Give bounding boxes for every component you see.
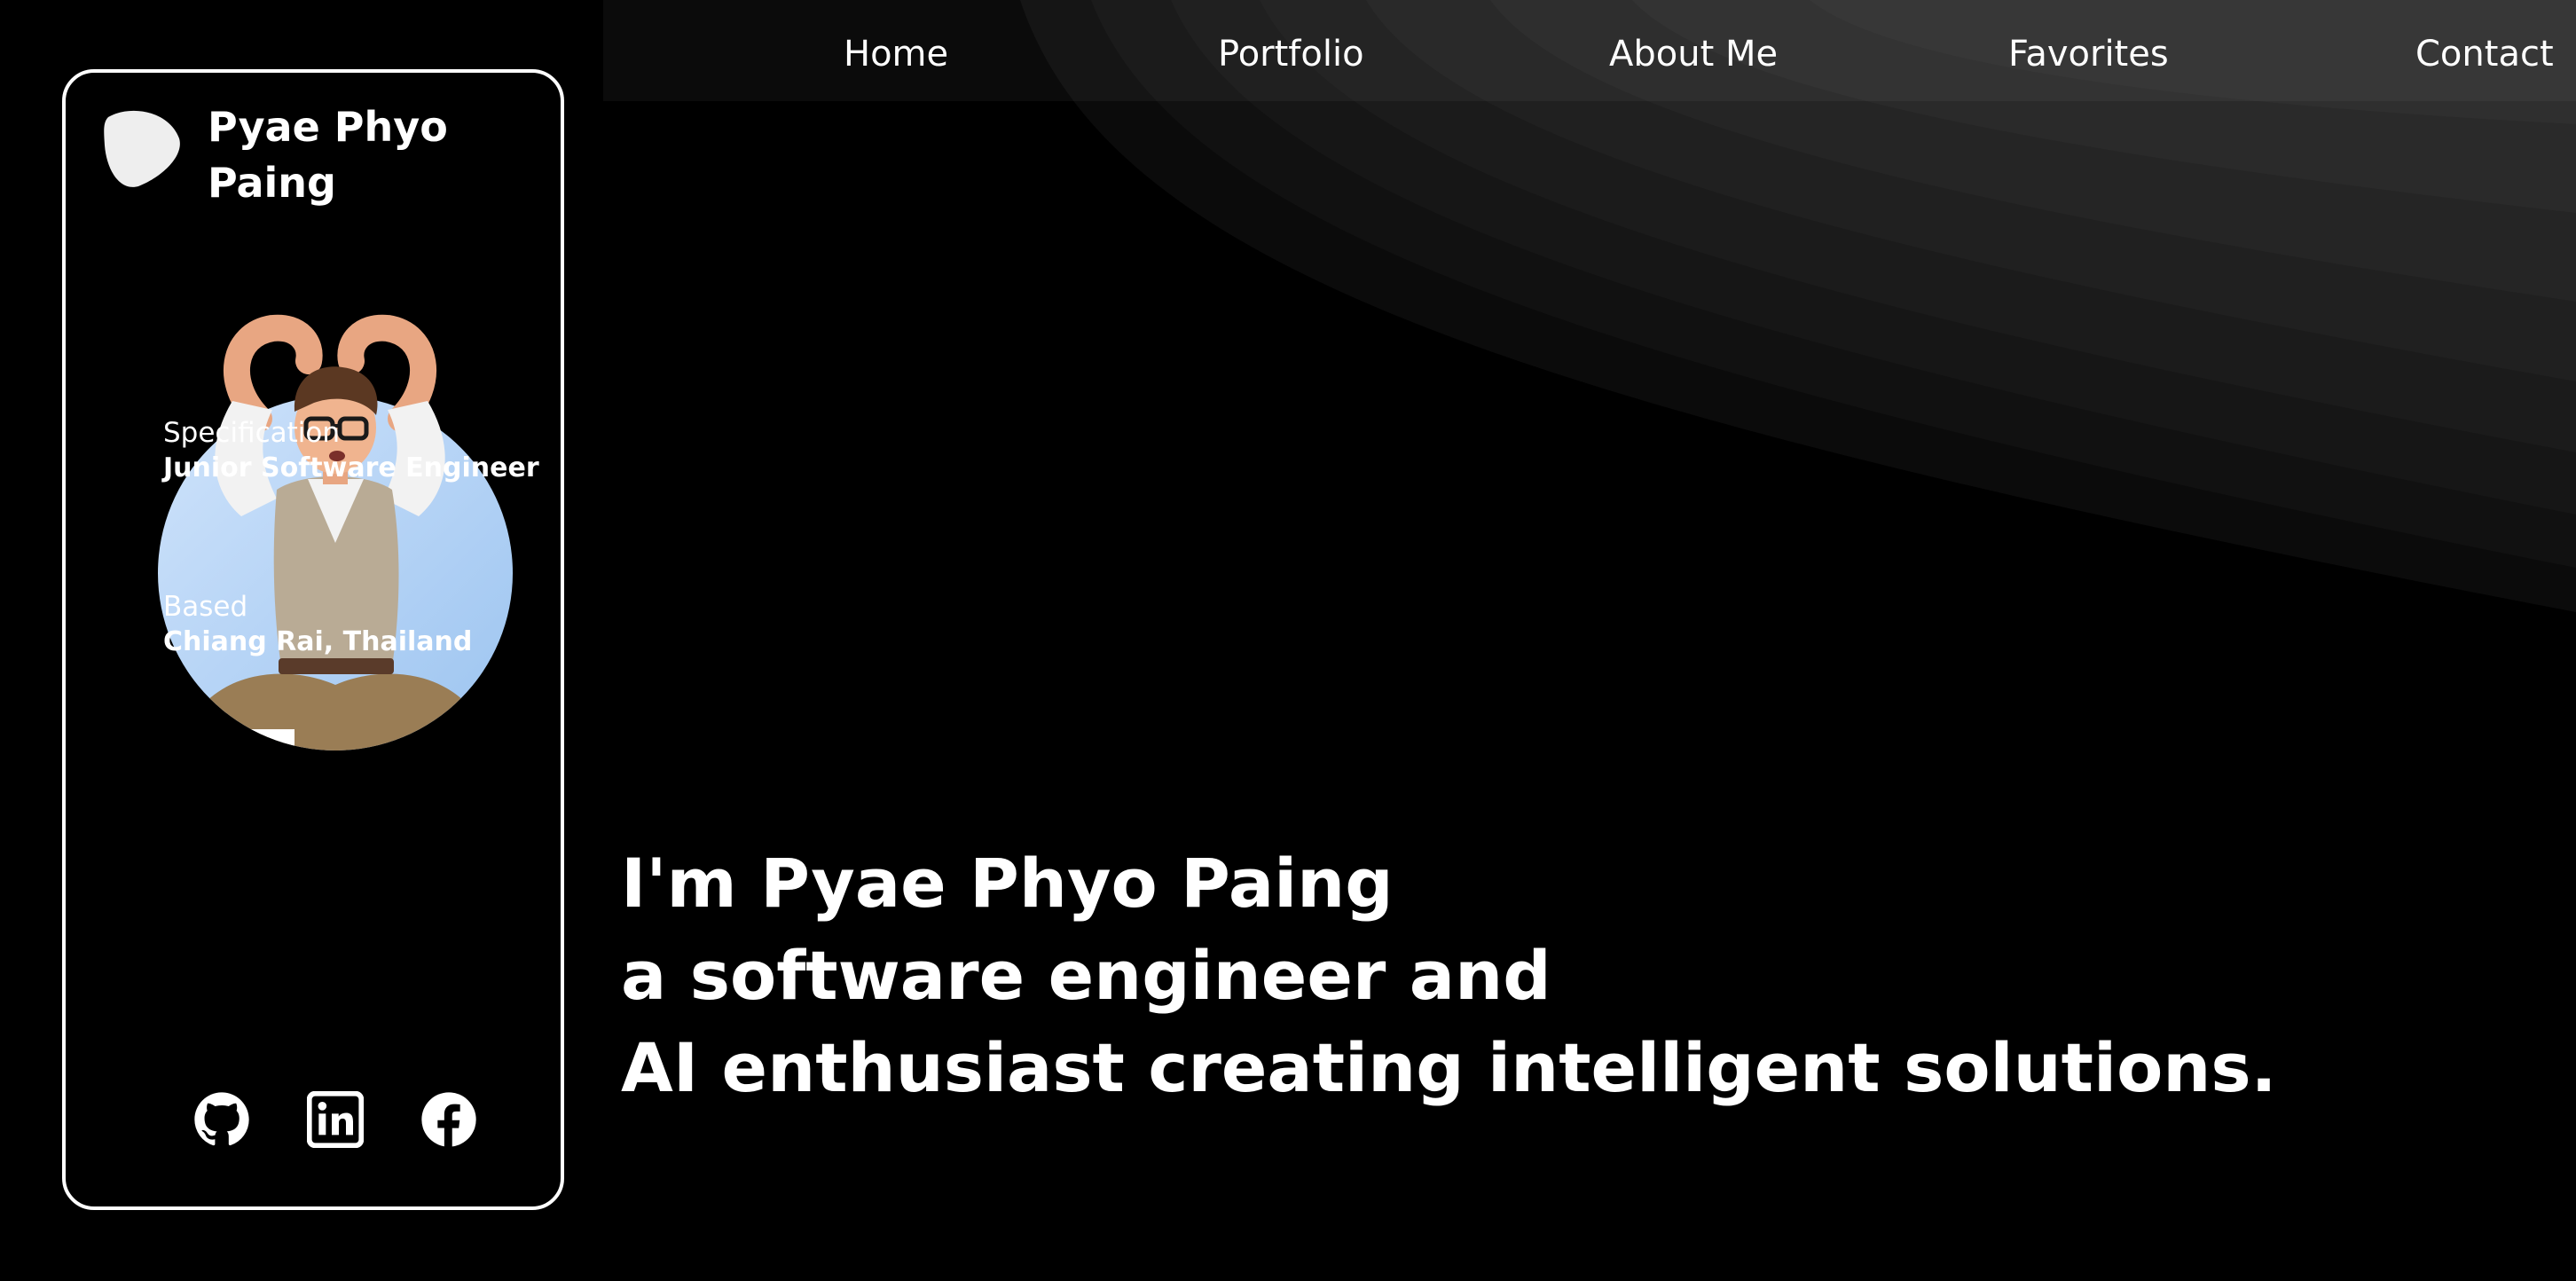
hero-line-2: a software engineer and bbox=[621, 936, 1551, 1015]
logo-icon bbox=[104, 110, 180, 187]
github-icon[interactable] bbox=[193, 1091, 250, 1148]
nav-about-link[interactable]: About Me bbox=[1609, 34, 1778, 75]
nav-home-link[interactable]: Home bbox=[844, 34, 948, 75]
nav-contact-link[interactable]: Contact bbox=[2415, 34, 2554, 75]
nav-favorites-link[interactable]: Favorites bbox=[2008, 34, 2169, 75]
avatar bbox=[158, 314, 513, 751]
linkedin-icon[interactable] bbox=[307, 1091, 364, 1148]
specification-value: Junior Software Engineer bbox=[163, 452, 539, 483]
top-navbar: Home Portfolio About Me Favorites Contac… bbox=[603, 0, 2576, 101]
profile-card: Pyae Phyo Paing Specification Junior Sof… bbox=[62, 69, 564, 1210]
nav-portfolio-link[interactable]: Portfolio bbox=[1218, 34, 1364, 75]
profile-name: Pyae Phyo Paing bbox=[208, 99, 509, 211]
hero-line-3: AI enthusiast creating intelligent solut… bbox=[621, 1028, 2277, 1107]
hero-heading: I'm Pyae Phyo Paing a software engineer … bbox=[621, 837, 2277, 1114]
based-value: Chiang Rai, Thailand bbox=[163, 626, 473, 657]
profile-name-line1: Pyae Phyo bbox=[208, 103, 448, 151]
facebook-icon[interactable] bbox=[420, 1091, 477, 1148]
specification-label: Specification bbox=[163, 417, 341, 449]
profile-name-line2: Paing bbox=[208, 159, 336, 207]
based-label: Based bbox=[163, 591, 248, 623]
hero-line-1: I'm Pyae Phyo Paing bbox=[621, 844, 1394, 923]
